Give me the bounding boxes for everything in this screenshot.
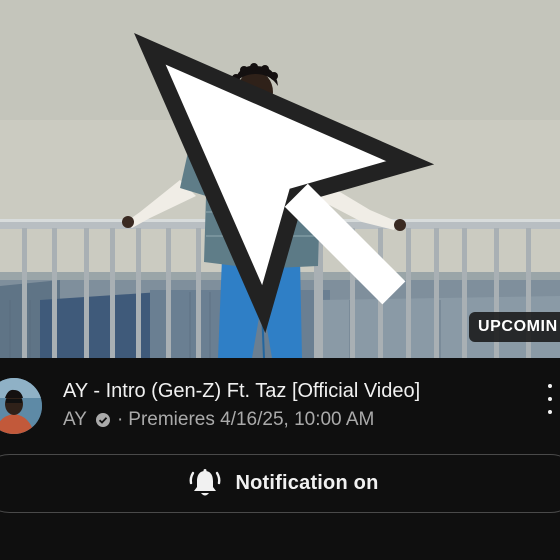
more-dot — [548, 397, 552, 401]
channel-avatar[interactable] — [0, 378, 42, 434]
notification-label: Notification on — [235, 472, 379, 494]
premiere-text: Premieres 4/16/25, 10:00 AM — [128, 409, 375, 430]
cursor-icon — [134, 33, 435, 334]
upcoming-badge-label: UPCOMIN — [478, 318, 558, 335]
meta-separator: · — [116, 409, 124, 430]
verified-icon — [95, 413, 110, 427]
notification-button[interactable]: Notification on — [0, 454, 560, 513]
channel-name[interactable]: AY — [63, 407, 87, 433]
upcoming-badge: UPCOMIN — [469, 312, 560, 342]
more-dot — [548, 410, 552, 414]
more-vertical-icon[interactable] — [540, 384, 560, 414]
bell-ringing-icon — [189, 468, 220, 495]
video-title[interactable]: AY - Intro (Gen-Z) Ft. Taz [Official Vid… — [63, 378, 420, 404]
video-meta: AY · Premieres 4/16/25, 10:00 AM — [63, 407, 374, 433]
more-dot — [548, 384, 552, 388]
avatar-image — [0, 378, 42, 434]
video-thumbnail[interactable]: UPCOMIN — [0, 0, 560, 358]
